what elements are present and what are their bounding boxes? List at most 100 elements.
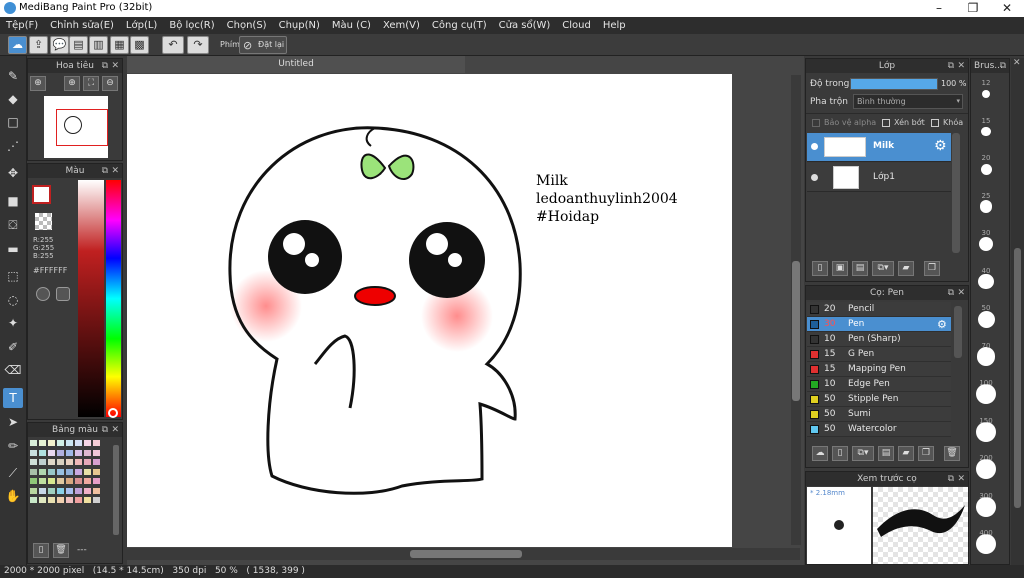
gradient-tool-icon[interactable]: ▬ xyxy=(3,239,23,259)
duplicate-brush-icon[interactable]: ❐ xyxy=(918,446,934,461)
close-icon[interactable]: ✕ xyxy=(111,164,119,178)
blend-select[interactable]: Bình thường ▾ xyxy=(853,94,963,109)
brush-size-dot[interactable] xyxy=(980,163,992,175)
menu-view[interactable]: Xem(V) xyxy=(377,20,426,31)
palette-swatch[interactable] xyxy=(30,459,37,465)
menu-color[interactable]: Màu (C) xyxy=(326,20,377,31)
hue-slider[interactable] xyxy=(106,180,121,417)
palette-swatch[interactable] xyxy=(39,459,46,465)
delete-brush-icon[interactable]: 🗑 xyxy=(944,446,960,461)
detach-icon[interactable]: ⧉ xyxy=(948,59,954,73)
palette-swatch[interactable] xyxy=(48,497,55,503)
close-icon[interactable]: ✕ xyxy=(957,472,965,486)
palette-swatch[interactable] xyxy=(84,487,91,494)
palette-swatch[interactable] xyxy=(93,459,100,465)
palette-swatch[interactable] xyxy=(57,468,64,475)
palette-scrollbar[interactable] xyxy=(113,445,119,535)
close-icon[interactable]: ⧉ xyxy=(1000,59,1006,73)
secondary-color-swatch[interactable] xyxy=(35,213,52,230)
menu-edit[interactable]: Chỉnh sửa(E) xyxy=(44,20,120,31)
menu-window[interactable]: Cửa sổ(W) xyxy=(493,20,557,31)
brush-row[interactable]: 50 Sumi xyxy=(807,407,951,422)
palette-swatch[interactable] xyxy=(75,449,82,456)
hue-handle[interactable] xyxy=(108,408,118,418)
brush-size-dot[interactable] xyxy=(977,310,995,328)
new-layer-icon[interactable]: ▯ xyxy=(812,261,828,276)
vertical-scroll-thumb[interactable] xyxy=(792,261,800,401)
clipping-checkbox[interactable] xyxy=(882,119,890,127)
palette-swatch[interactable] xyxy=(66,449,73,456)
redo-icon[interactable]: ↷ xyxy=(187,36,209,54)
brush-size-dot[interactable] xyxy=(976,347,996,366)
brush-size-dot[interactable] xyxy=(976,421,996,442)
new-halftone-layer-icon[interactable]: ▣ xyxy=(832,261,848,276)
detach-icon[interactable]: ⧉ xyxy=(948,286,954,300)
detach-icon[interactable]: ⧉ xyxy=(102,423,108,437)
close-icon[interactable]: ✕ xyxy=(111,59,119,73)
gear-icon[interactable]: ⚙ xyxy=(934,138,947,154)
undo-icon[interactable]: ↶ xyxy=(162,36,184,54)
rectangle-tool-icon[interactable]: □ xyxy=(3,112,23,132)
eye-icon[interactable] xyxy=(811,174,818,181)
folder-icon[interactable]: ▰ xyxy=(898,261,914,276)
palette-swatch[interactable] xyxy=(66,459,73,465)
menu-layer[interactable]: Lớp(L) xyxy=(120,20,163,31)
menu-select[interactable]: Chọn(S) xyxy=(221,20,273,31)
brush-size-dot[interactable] xyxy=(976,459,996,479)
select-eraser-icon[interactable]: ⌫ xyxy=(3,360,23,380)
palette-swatch[interactable] xyxy=(48,478,55,484)
page-icon[interactable]: ▥ xyxy=(89,36,108,54)
menu-cloud[interactable]: Cloud xyxy=(556,20,597,31)
palette-swatch[interactable] xyxy=(39,449,46,456)
palette-swatch[interactable] xyxy=(30,449,37,456)
menu-tools[interactable]: Công cụ(T) xyxy=(426,20,493,31)
palette-swatch[interactable] xyxy=(39,478,46,484)
detach-icon[interactable]: ⧉ xyxy=(102,164,108,178)
palette-swatch[interactable] xyxy=(93,497,100,503)
palette-swatch[interactable] xyxy=(39,440,46,446)
fit-icon[interactable]: ⛶ xyxy=(83,76,99,91)
brush-row[interactable]: 15 Mapping Pen xyxy=(807,362,951,377)
palette-swatch[interactable] xyxy=(66,478,73,484)
palette-icon[interactable] xyxy=(36,287,50,301)
cloud-icon[interactable]: ☁ xyxy=(8,36,27,54)
palette-swatch[interactable] xyxy=(57,440,64,446)
color-picker-icon[interactable] xyxy=(56,287,70,301)
brush-row[interactable]: 20 Pencil xyxy=(807,302,951,317)
brush-menu-icon[interactable]: ⧉▾ xyxy=(852,446,874,461)
bucket-tool-icon[interactable]: ⛋ xyxy=(3,215,23,235)
menu-file[interactable]: Tệp(F) xyxy=(0,20,44,31)
palette-swatch[interactable] xyxy=(48,459,55,465)
palette-swatch[interactable] xyxy=(75,468,82,475)
hand-tool-icon[interactable]: ✋ xyxy=(3,486,23,506)
brush-size-dot[interactable] xyxy=(976,534,996,554)
palette-swatch[interactable] xyxy=(93,487,100,494)
brush-row[interactable]: 50 Watercolor xyxy=(807,422,951,437)
palette-swatch[interactable] xyxy=(93,478,100,484)
layer-scrollbar[interactable] xyxy=(952,133,960,253)
palette-swatch[interactable] xyxy=(48,449,55,456)
close-button[interactable]: ✕ xyxy=(990,0,1024,17)
grid-icon[interactable]: ▩ xyxy=(130,36,149,54)
zoom-in-icon[interactable]: ⊕ xyxy=(30,76,46,91)
palette-swatch[interactable] xyxy=(48,487,55,494)
brush-copy-icon[interactable]: ▤ xyxy=(878,446,894,461)
new-brush-icon[interactable]: ▯ xyxy=(832,446,848,461)
palette-swatch[interactable] xyxy=(75,459,82,465)
palette-swatch[interactable] xyxy=(84,459,91,465)
primary-color-swatch[interactable] xyxy=(32,185,51,204)
brightness-slider[interactable] xyxy=(78,180,104,417)
palette-swatch[interactable] xyxy=(30,497,37,503)
brush-size-dot[interactable] xyxy=(979,237,993,251)
palette-swatch[interactable] xyxy=(66,440,73,446)
brush-size-dot[interactable] xyxy=(982,90,990,98)
close-icon[interactable]: ✕ xyxy=(957,286,965,300)
palette-swatch[interactable] xyxy=(39,487,46,494)
lock-checkbox[interactable] xyxy=(931,119,939,127)
duplicate-layer-icon[interactable]: ❐ xyxy=(924,261,940,276)
detach-icon[interactable]: ⧉ xyxy=(948,472,954,486)
brush-size-dot[interactable] xyxy=(979,200,993,213)
maximize-button[interactable]: ❐ xyxy=(956,0,990,17)
right-scrollbar[interactable]: ✕ xyxy=(1011,58,1024,565)
folder-icon[interactable]: ▰ xyxy=(898,446,914,461)
